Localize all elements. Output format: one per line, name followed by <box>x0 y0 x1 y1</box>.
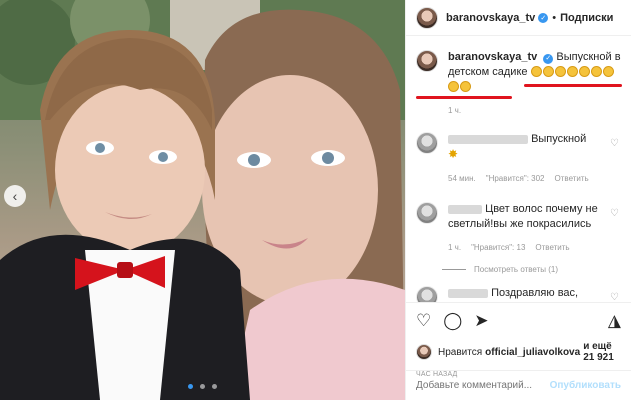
post-actions: ♡ ◯ ➤ ◮ Нравится official_juliavolkova и… <box>406 302 631 378</box>
commenter-avatar[interactable] <box>416 132 438 154</box>
view-replies-link[interactable]: Посмотреть ответы (1) <box>442 265 621 274</box>
like-comment-heart-icon[interactable]: ♡ <box>610 208 619 219</box>
red-underline-annotation <box>524 84 622 87</box>
caption-avatar[interactable] <box>416 50 438 72</box>
comment-meta: 54 мин. "Нравится": 302 Ответить <box>448 171 621 186</box>
red-underline-annotation <box>416 96 512 99</box>
carousel-dot-1 <box>187 384 193 389</box>
comment-item: Выпускной ✸ 54 мин. "Нравится": 302 Отве… <box>416 132 621 186</box>
comment-text: Выпускной <box>531 133 587 145</box>
verified-badge-icon: ✓ <box>543 53 554 64</box>
comment-likes[interactable]: "Нравится": 302 <box>486 171 545 186</box>
carousel-indicator <box>0 380 405 392</box>
smile-emoji-icon <box>530 66 542 77</box>
post-photo[interactable]: ‹ <box>0 0 405 400</box>
replies-divider <box>442 269 466 270</box>
smile-emoji-icon <box>566 66 578 77</box>
post-header: baranovskaya_tv ✓ • Подписки <box>406 0 631 36</box>
share-icon[interactable]: ➤ <box>474 311 488 331</box>
smile-emoji-icon <box>602 66 614 77</box>
liked-by-prefix: Нравится <box>438 346 483 358</box>
commenter-avatar[interactable] <box>416 286 438 302</box>
hidden-username <box>448 288 488 298</box>
carousel-dot-3 <box>212 384 218 389</box>
comment-likes[interactable]: "Нравится": 13 <box>471 240 525 255</box>
comment-text: Поздравляю вас, <box>491 287 579 299</box>
hidden-username <box>448 134 528 144</box>
comment-item: Цвет волос почему не светлый!вы же покра… <box>416 202 621 255</box>
comment-icon[interactable]: ◯ <box>443 311 462 331</box>
liker-avatar[interactable] <box>416 344 432 360</box>
post-side-panel: baranovskaya_tv ✓ • Подписки baranovskay… <box>405 0 631 400</box>
smile-emoji-icon <box>542 66 554 77</box>
reply-button[interactable]: Ответить <box>535 240 569 255</box>
author-avatar[interactable] <box>416 6 438 29</box>
following-button[interactable]: Подписки <box>560 12 613 24</box>
smile-emoji-icon <box>448 81 459 92</box>
hidden-username <box>448 204 482 214</box>
header-separator: • <box>552 11 557 24</box>
caption-meta: 1 ч. <box>448 103 621 118</box>
comment-time[interactable]: 1 ч. <box>448 240 461 255</box>
photo-illustration <box>0 0 405 400</box>
smile-emoji-icon <box>554 66 566 77</box>
comment-item: Поздравляю вас, ♡ <box>416 286 621 302</box>
add-comment-input[interactable] <box>416 380 550 391</box>
comment-time[interactable]: 54 мин. <box>448 171 476 186</box>
sparkle-emoji-icon: ✸ <box>448 147 459 161</box>
reply-button[interactable]: Ответить <box>555 171 589 186</box>
like-comment-heart-icon[interactable]: ♡ <box>610 138 619 149</box>
liked-by-user[interactable]: official_juliavolkova <box>485 347 580 358</box>
verified-badge-icon: ✓ <box>538 12 549 23</box>
smile-emoji-icon <box>590 66 602 77</box>
author-username[interactable]: baranovskaya_tv <box>446 12 535 24</box>
view-replies-label: Посмотреть ответы (1) <box>474 265 559 274</box>
smile-emoji-icon <box>578 66 590 77</box>
chevron-left-icon: ‹ <box>12 188 18 204</box>
smile-emoji-icon <box>460 81 471 92</box>
bookmark-icon[interactable]: ◮ <box>608 311 621 331</box>
carousel-dot-2 <box>200 384 205 389</box>
publish-button[interactable]: Опубликовать <box>550 380 621 391</box>
caption-time[interactable]: 1 ч. <box>448 103 461 118</box>
comment-meta: 1 ч. "Нравится": 13 Ответить <box>448 240 621 255</box>
like-heart-icon[interactable]: ♡ <box>416 311 431 331</box>
add-comment-bar: Опубликовать <box>406 370 631 400</box>
action-icons-row: ♡ ◯ ➤ ◮ <box>416 309 621 333</box>
comments-list[interactable]: baranovskaya_tv ✓ Выпускной в детском са… <box>406 36 631 302</box>
liked-by-count[interactable]: и ещё 21 921 <box>583 341 621 363</box>
caption-username[interactable]: baranovskaya_tv <box>448 51 537 63</box>
commenter-avatar[interactable] <box>416 202 438 224</box>
like-comment-heart-icon[interactable]: ♡ <box>610 292 619 302</box>
liked-by: Нравится official_juliavolkova и ещё 21 … <box>416 341 621 363</box>
previous-slide-button[interactable]: ‹ <box>4 185 26 207</box>
